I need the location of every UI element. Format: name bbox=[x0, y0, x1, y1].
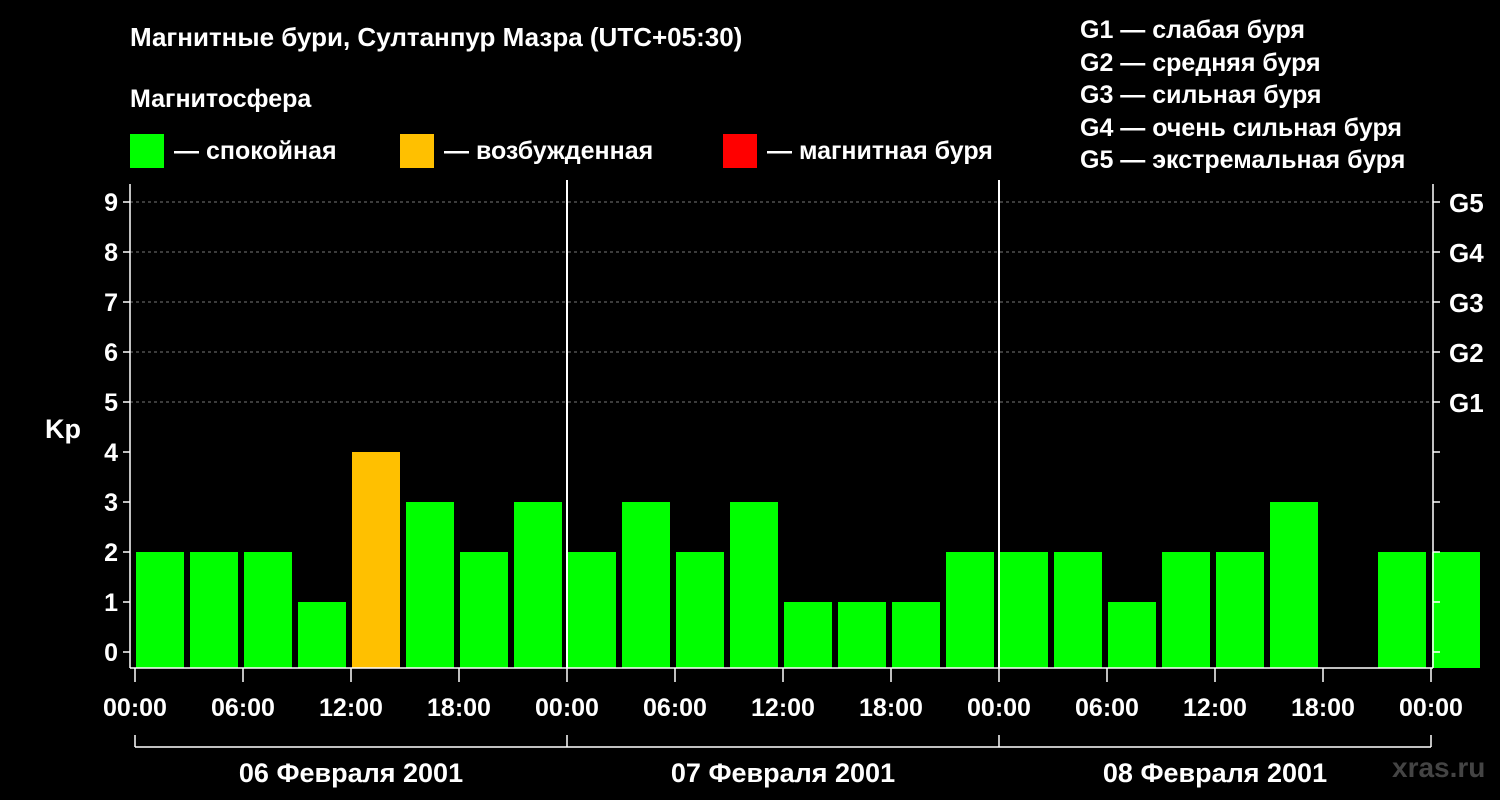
x-tick-label: 18:00 bbox=[859, 694, 923, 722]
kp-bar bbox=[1108, 602, 1156, 668]
kp-bar bbox=[892, 602, 940, 668]
x-tick-label: 00:00 bbox=[1399, 694, 1463, 722]
date-label: 06 Февраля 2001 bbox=[239, 758, 463, 788]
storm-level-tick-label: G3 bbox=[1449, 288, 1484, 318]
y-tick-label: 2 bbox=[104, 539, 118, 567]
kp-bar bbox=[676, 552, 724, 668]
kp-bar bbox=[136, 552, 184, 668]
x-tick-label: 12:00 bbox=[751, 694, 815, 722]
x-tick-label: 00:00 bbox=[535, 694, 599, 722]
storm-level-tick-label: G1 bbox=[1449, 388, 1484, 418]
date-label: 07 Февраля 2001 bbox=[671, 758, 895, 788]
kp-bar bbox=[1216, 552, 1264, 668]
y-axis-label: Kp bbox=[45, 414, 81, 444]
kp-bar bbox=[190, 552, 238, 668]
x-tick-label: 00:00 bbox=[967, 694, 1031, 722]
kp-bar bbox=[514, 502, 562, 668]
y-tick-label: 9 bbox=[104, 189, 118, 217]
y-tick-label: 1 bbox=[104, 589, 118, 617]
kp-bar bbox=[1000, 552, 1048, 668]
kp-bar bbox=[838, 602, 886, 668]
kp-bar bbox=[568, 552, 616, 668]
date-label: 08 Февраля 2001 bbox=[1103, 758, 1327, 788]
kp-bar bbox=[352, 452, 400, 668]
kp-bar-chart: 0 1 2 3 4 5 6 7 8 9 G1 G2 G3 G4 G5 Kp 00:00 06:00 12:00 18:… bbox=[45, 180, 1484, 788]
y-tick-label: 5 bbox=[104, 389, 118, 417]
x-tick-label: 06:00 bbox=[211, 694, 275, 722]
storm-level-tick-label: G4 bbox=[1449, 238, 1484, 268]
kp-bar bbox=[1054, 552, 1102, 668]
y-tick-label: 6 bbox=[104, 339, 118, 367]
kp-bar bbox=[298, 602, 346, 668]
storm-level-tick-label: G2 bbox=[1449, 338, 1484, 368]
kp-bar bbox=[1270, 502, 1318, 668]
x-tick-label: 18:00 bbox=[1291, 694, 1355, 722]
y-tick-label: 3 bbox=[104, 489, 118, 517]
kp-bar bbox=[784, 602, 832, 668]
kp-bar bbox=[622, 502, 670, 668]
kp-bar bbox=[1162, 552, 1210, 668]
x-tick-label: 12:00 bbox=[319, 694, 383, 722]
x-tick-label: 06:00 bbox=[1075, 694, 1139, 722]
kp-bar bbox=[730, 502, 778, 668]
y-tick-label: 0 bbox=[104, 639, 118, 667]
kp-bar bbox=[946, 552, 994, 668]
kp-bar bbox=[460, 552, 508, 668]
x-tick-label: 00:00 bbox=[103, 694, 167, 722]
site-credit: xras.ru bbox=[1392, 752, 1486, 783]
y-tick-label: 7 bbox=[104, 289, 118, 317]
kp-bar bbox=[1378, 552, 1426, 668]
x-tick-label: 12:00 bbox=[1183, 694, 1247, 722]
kp-bar bbox=[1432, 552, 1480, 668]
storm-level-tick-label: G5 bbox=[1449, 188, 1484, 218]
x-tick-label: 06:00 bbox=[643, 694, 707, 722]
kp-bar bbox=[406, 502, 454, 668]
kp-bar bbox=[244, 552, 292, 668]
y-tick-label: 8 bbox=[104, 239, 118, 267]
x-tick-label: 18:00 bbox=[427, 694, 491, 722]
y-tick-label: 4 bbox=[104, 439, 118, 467]
